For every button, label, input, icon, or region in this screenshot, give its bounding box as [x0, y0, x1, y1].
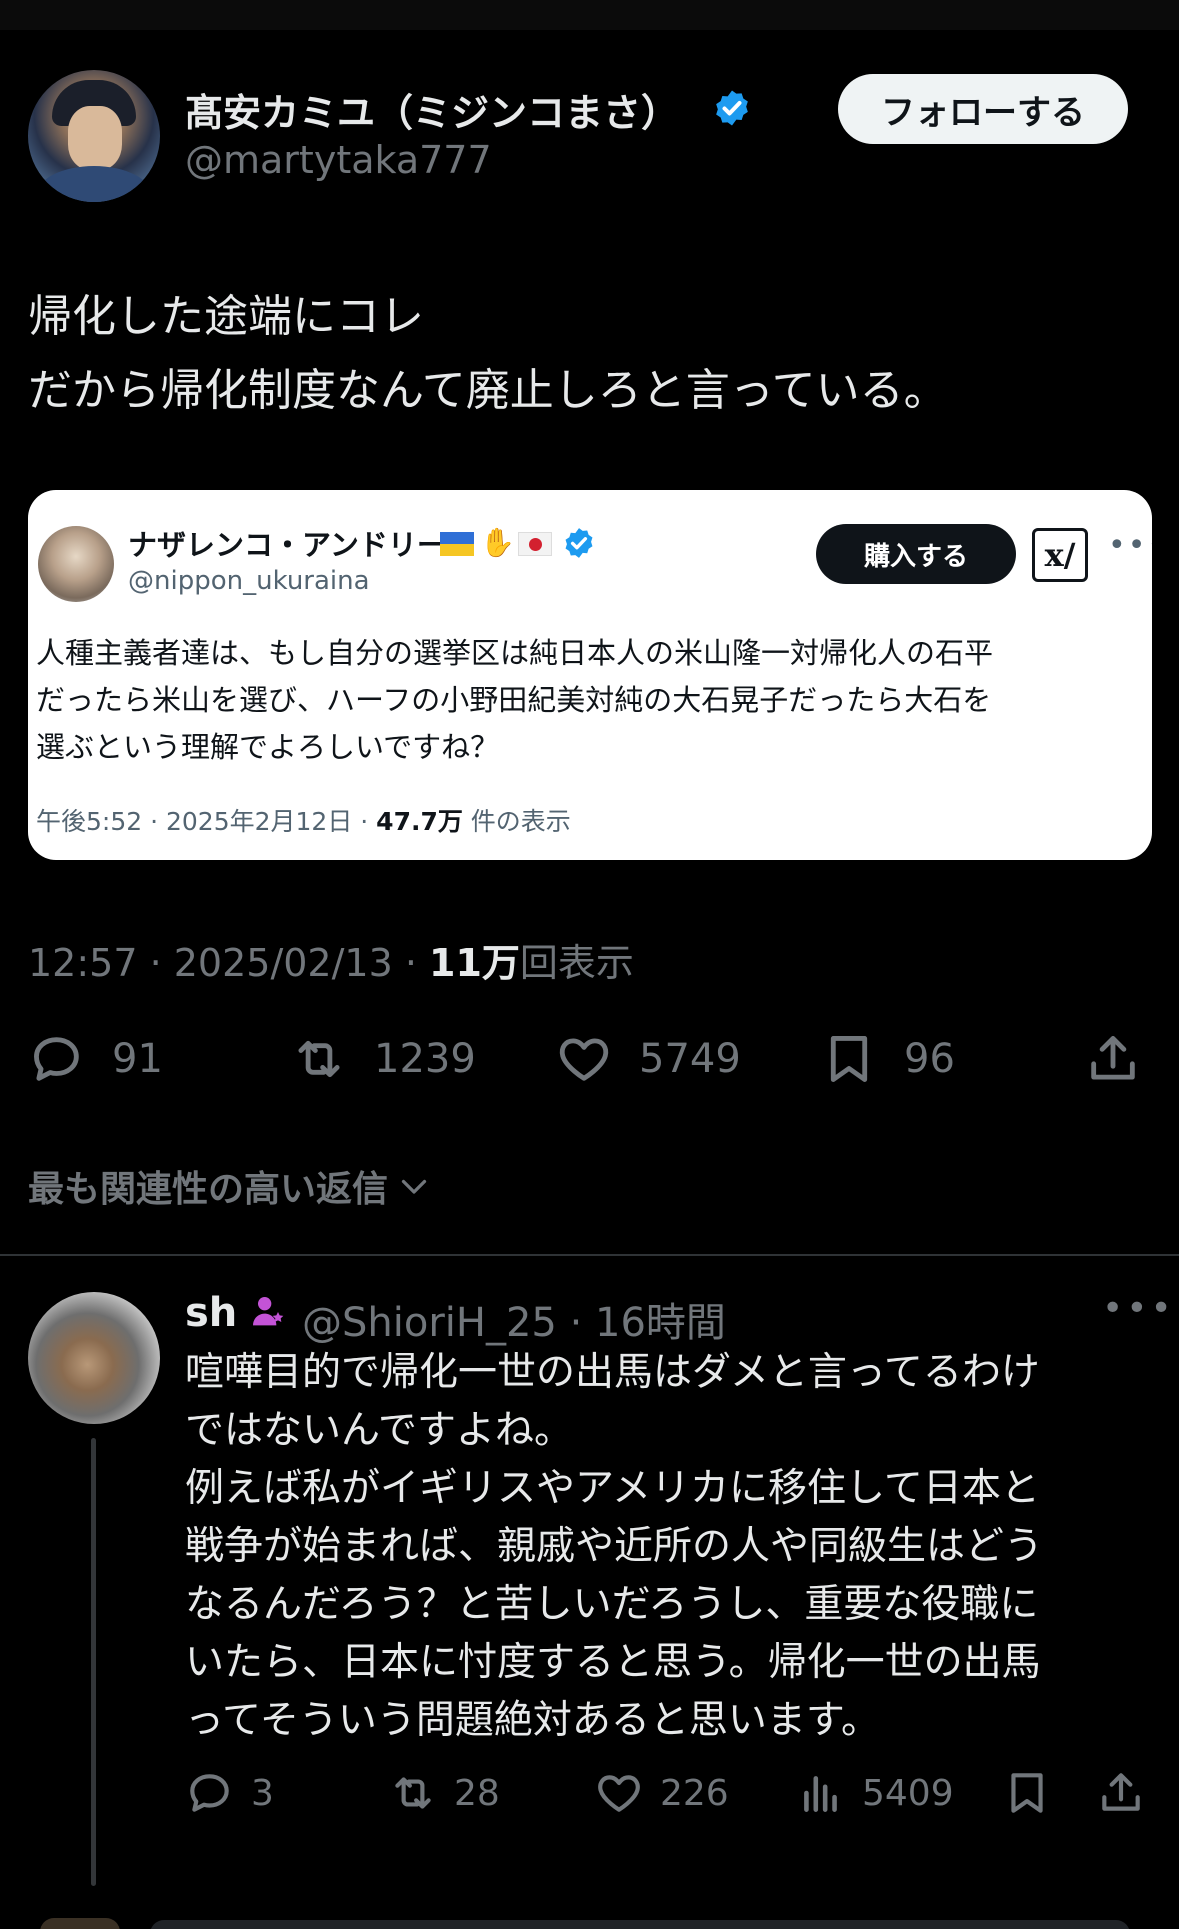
more-icon[interactable]: •••: [1102, 1288, 1175, 1329]
reply-views-button[interactable]: 5409: [796, 1768, 954, 1818]
like-button[interactable]: 5749: [555, 1030, 741, 1088]
embedded-author-avatar: [38, 526, 114, 602]
chevron-down-icon: [401, 1179, 427, 1194]
embedded-meta-time: 午後5:52 · 2025年2月12日 ·: [36, 807, 377, 836]
timestamp-text: 12:57 · 2025/02/13 ·: [28, 941, 430, 985]
tweet-text-line: 帰化した途端にコレ: [28, 291, 424, 342]
reply-text-line: ではないんですよね。: [185, 1408, 574, 1453]
bookmark-icon: [1011, 1773, 1043, 1813]
reply-text-line: 戦争が始まれば、親戚や近所の人や同級生はどう: [185, 1524, 1044, 1569]
embedded-tweet-text: 人種主義者達は、もし自分の選挙区は純日本人の米山隆一対帰化人の石平 だったら米山…: [36, 630, 993, 771]
verified-icon: [716, 90, 748, 126]
bookmark-button[interactable]: 96: [820, 1030, 955, 1088]
share-icon: [1102, 1773, 1140, 1811]
views-count: 11万: [429, 941, 520, 985]
reply-reply-button[interactable]: 3: [185, 1768, 274, 1818]
follow-button[interactable]: フォローする: [838, 74, 1128, 144]
reply-text-line: 例えば私がイギリスやアメリカに移住して日本と: [185, 1466, 1040, 1511]
bookmark-count: 96: [904, 1036, 955, 1082]
next-avatar: [40, 1918, 120, 1929]
embedded-views-count: 47.7万: [376, 807, 463, 836]
reply-author-avatar[interactable]: [28, 1292, 160, 1424]
views-label: 回表示: [519, 941, 634, 985]
author-avatar[interactable]: [28, 70, 160, 202]
japan-flag-icon: [518, 532, 552, 556]
like-icon: [559, 1038, 609, 1081]
retweet-count: 1239: [374, 1036, 476, 1082]
reply-author-name[interactable]: sh: [185, 1290, 237, 1336]
reply-like-button[interactable]: 226: [594, 1768, 729, 1818]
reply-text-line: ってそういう問題絶対あると思います。: [185, 1698, 880, 1743]
reply-text: 喧嘩目的で帰化一世の出馬はダメと言ってるわけ ではないんですよね。 例えば私がイ…: [185, 1344, 1043, 1750]
handshake-icon: ✋: [480, 526, 515, 559]
reply-retweet-count: 28: [454, 1772, 500, 1814]
reply-share-button[interactable]: [1096, 1768, 1146, 1818]
reply-handle-time[interactable]: @ShioriH_25 · 16時間: [302, 1290, 726, 1348]
buy-button: 購入する: [816, 524, 1016, 584]
like-icon: [598, 1775, 640, 1812]
reply-icon: [34, 1037, 79, 1081]
reply-retweet-button[interactable]: 28: [388, 1768, 500, 1818]
tweet-text-line: だから帰化制度なんて廃止しろと言っている。: [28, 365, 948, 416]
embedded-text-line: だったら米山を選び、ハーフの小野田紀美対純の大石晃子だったら大石を: [36, 683, 992, 717]
retweet-icon: [395, 1777, 431, 1809]
share-icon: [1091, 1036, 1135, 1080]
ukraine-flag-icon: [440, 532, 474, 556]
reply-button[interactable]: 91: [28, 1030, 163, 1088]
grok-icon: x/: [1032, 528, 1088, 582]
embedded-tweet-meta: 午後5:52 · 2025年2月12日 · 47.7万 件の表示: [36, 802, 571, 838]
retweet-icon: [298, 1040, 340, 1078]
verified-icon: [565, 528, 593, 558]
author-display-name[interactable]: 髙安カミユ（ミジンコまさ）: [185, 82, 679, 137]
reply-count: 91: [112, 1036, 163, 1082]
reply-text-line: いたら、日本に忖度すると思う。帰化一世の出馬: [185, 1640, 1041, 1685]
reply-icon: [190, 1774, 229, 1812]
reply-like-count: 226: [660, 1772, 729, 1814]
reply-bookmark-button[interactable]: [1002, 1768, 1052, 1818]
bookmark-icon: [830, 1036, 868, 1082]
badge-icon: [253, 1297, 284, 1326]
views-icon: [804, 1776, 837, 1812]
replies-sort-label: 最も関連性の高い返信: [28, 1169, 389, 1210]
replies-sort-dropdown[interactable]: 最も関連性の高い返信: [28, 1160, 432, 1212]
tweet-text: 帰化した途端にコレ だから帰化制度なんて廃止しろと言っている。: [28, 280, 948, 428]
reply-text-line: 喧嘩目的で帰化一世の出馬はダメと言ってるわけ: [185, 1350, 1040, 1395]
author-handle[interactable]: @martytaka777: [185, 138, 492, 182]
thread-line: [91, 1438, 96, 1886]
embedded-views-label: 件の表示: [462, 807, 571, 836]
share-button[interactable]: [1084, 1030, 1142, 1088]
divider: [0, 1254, 1179, 1256]
reply-views-count: 5409: [862, 1772, 954, 1814]
like-count: 5749: [639, 1036, 741, 1082]
reply-composer[interactable]: [150, 1920, 1130, 1929]
embedded-text-line: 選ぶという理解でよろしいですね？: [36, 730, 500, 764]
embedded-tweet-image[interactable]: ナザレンコ・アンドリー ✋ @nippon_ukuraina 購入する x/ •…: [28, 490, 1152, 860]
tweet-timestamp[interactable]: 12:57 · 2025/02/13 · 11万回表示: [28, 932, 634, 987]
embedded-author-name: ナザレンコ・アンドリー: [128, 528, 446, 562]
reply-text-line: なるんだろう？と苦しいだろうし、重要な役職に: [185, 1582, 1039, 1627]
retweet-button[interactable]: 1239: [290, 1030, 476, 1088]
status-bar: [0, 0, 1179, 30]
embedded-author-handle: @nippon_ukuraina: [128, 566, 370, 596]
more-icon: •••: [1108, 528, 1152, 563]
embedded-text-line: 人種主義者達は、もし自分の選挙区は純日本人の米山隆一対帰化人の石平: [36, 636, 994, 670]
reply-reply-count: 3: [251, 1772, 274, 1814]
